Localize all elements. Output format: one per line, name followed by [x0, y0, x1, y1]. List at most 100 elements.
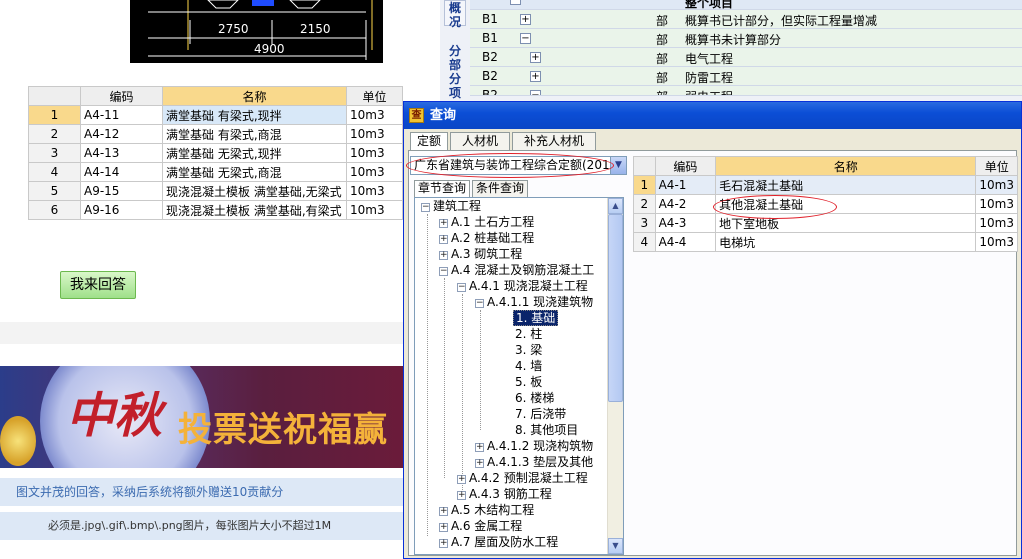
dialog-titlebar[interactable]: 查 查询	[404, 102, 1021, 129]
table-row[interactable]: − 整个项目	[470, 0, 1022, 10]
table-row[interactable]: 4 A4-4 电梯坑 10m3	[633, 232, 1018, 252]
result-table-header: 编码 名称 单位	[633, 156, 1018, 176]
tree-node[interactable]: + A.4.1.2 现浇构筑物	[475, 438, 593, 454]
tab-sub-items[interactable]: 分部分项	[444, 44, 466, 105]
scroll-thumb[interactable]	[608, 214, 623, 402]
collapse-icon[interactable]: −	[421, 203, 430, 212]
collapse-icon[interactable]: −	[475, 299, 484, 308]
left-header-rownum	[28, 86, 81, 106]
tree-node[interactable]: + A.7 屋面及防水工程	[439, 534, 558, 550]
table-row[interactable]: B2 + 部 防雷工程	[470, 67, 1022, 86]
tab-overview[interactable]: 概况	[444, 0, 466, 29]
scroll-up-icon[interactable]: ▲	[608, 198, 623, 214]
tab-condition-query[interactable]: 条件查询	[472, 180, 528, 197]
result-header-unit[interactable]: 单位	[975, 156, 1018, 176]
tree-node[interactable]: 7. 后浇带	[515, 406, 566, 422]
collapse-icon[interactable]: −	[520, 33, 531, 44]
tree-node[interactable]: + A.5 木结构工程	[439, 502, 534, 518]
expand-icon[interactable]: +	[439, 523, 448, 532]
chapter-tree: − 建筑工程 + A.1 土石方工程 + A.2 桩基础工程 + A.3 砌筑工程 − A…	[414, 197, 624, 555]
table-row[interactable]: 1 A4-11 满堂基础 有梁式,现拌 10m3	[28, 105, 403, 125]
quota-tab-pane: 广东省建筑与装饰工程综合定额(2010) ▼ 章节查询 条件查询 − 建筑工程 +…	[406, 150, 1018, 556]
table-row[interactable]: 1 A4-1 毛石混凝土基础 10m3	[633, 175, 1018, 195]
collapse-icon[interactable]: −	[510, 0, 521, 5]
expand-icon[interactable]: +	[439, 507, 448, 516]
expand-icon[interactable]: +	[439, 219, 448, 228]
banner-script-text: 中秋	[66, 388, 163, 444]
tree-scrollbar[interactable]: ▲ ▼	[607, 198, 623, 554]
tree-node[interactable]: 3. 梁	[515, 342, 542, 358]
tree-node[interactable]: 4. 墙	[515, 358, 542, 374]
tree-node[interactable]: − A.4.1 现浇混凝土工程	[457, 278, 588, 294]
query-dialog: 查 查询 定额 人材机 补充人材机 广东省建筑与装饰工程综合定额(2010) ▼…	[403, 101, 1022, 559]
left-header-unit[interactable]: 单位	[346, 86, 403, 106]
table-row[interactable]: 2 A4-12 满堂基础 有梁式,商混 10m3	[28, 124, 403, 144]
table-row[interactable]: B1 + 部 概算书已计部分，但实际工程量增减	[470, 10, 1022, 29]
reward-tip: 图文并茂的回答，采纳后系统将额外赠送10贡献分	[0, 478, 404, 506]
tree-guide-line	[427, 214, 428, 536]
tab-quota[interactable]: 定额	[410, 132, 448, 151]
expand-icon[interactable]: +	[439, 251, 448, 260]
collapse-icon[interactable]: −	[439, 267, 448, 276]
table-row[interactable]: 3 A4-13 满堂基础 无梁式,现拌 10m3	[28, 143, 403, 163]
annotation-circle-library	[406, 153, 614, 178]
flower-graphic	[0, 416, 36, 466]
tree-node-selected[interactable]: 1. 基础	[513, 310, 559, 326]
tab-supplementary[interactable]: 补充人材机	[512, 132, 596, 150]
expand-icon[interactable]: +	[530, 71, 541, 82]
left-table-header: 编码 名称 单位	[28, 86, 403, 106]
expand-icon[interactable]: +	[439, 235, 448, 244]
collapse-icon[interactable]: −	[457, 283, 466, 292]
answer-button[interactable]: 我来回答	[60, 271, 136, 299]
tree-node[interactable]: + A.4.3 钢筋工程	[457, 486, 552, 502]
tree-node[interactable]: + A.4.1.3 垫层及其他	[475, 454, 593, 470]
tree-node[interactable]: + A.1 土石方工程	[439, 214, 534, 230]
tree-node[interactable]: 5. 板	[515, 374, 542, 390]
table-row[interactable]: 5 A9-15 现浇混凝土模板 满堂基础,无梁式 10m3	[28, 181, 403, 201]
left-header-name[interactable]: 名称	[162, 86, 347, 106]
left-header-code[interactable]: 编码	[80, 86, 163, 106]
table-row[interactable]: 3 A4-3 地下室地板 10m3	[633, 213, 1018, 233]
app-icon: 查	[409, 108, 424, 123]
table-row[interactable]: B2 − 部 弱电工程	[470, 86, 1022, 96]
result-header-rownum	[633, 156, 656, 176]
cad-dim-1: 2750	[218, 22, 249, 36]
scroll-down-icon[interactable]: ▼	[608, 538, 623, 554]
table-row[interactable]: B2 + 部 电气工程	[470, 48, 1022, 67]
expand-icon[interactable]: +	[475, 459, 484, 468]
tree-node[interactable]: + A.6 金属工程	[439, 518, 522, 534]
tree-node[interactable]: − A.4 混凝土及钢筋混凝土工	[439, 262, 594, 278]
table-row[interactable]: B1 − 部 概算书未计算部分	[470, 29, 1022, 48]
table-row[interactable]: 4 A4-14 满堂基础 无梁式,商混 10m3	[28, 162, 403, 182]
tree-node[interactable]: 8. 其他项目	[515, 422, 578, 438]
tree-node[interactable]: − A.4.1.1 现浇建筑物	[475, 294, 593, 310]
cad-drawing: 2750 2150 4900	[130, 0, 383, 63]
tree-node[interactable]: 2. 柱	[515, 326, 542, 342]
expand-icon[interactable]: +	[457, 475, 466, 484]
tree-node[interactable]: 6. 楼梯	[515, 390, 554, 406]
tab-labor-material-machine[interactable]: 人材机	[450, 132, 510, 150]
project-tree-grid: − 整个项目 B1 + 部 概算书已计部分，但实际工程量增减 B1 − 部 概算…	[470, 0, 1022, 96]
cad-dim-2: 2150	[300, 22, 331, 36]
annotation-circle-result	[713, 195, 837, 219]
tab-chapter-query[interactable]: 章节查询	[414, 180, 470, 197]
tree-guide-line	[444, 278, 445, 478]
expand-icon[interactable]: +	[530, 52, 541, 63]
result-header-name[interactable]: 名称	[715, 156, 977, 176]
dialog-title: 查询	[430, 108, 457, 123]
table-row[interactable]: 6 A9-16 现浇混凝土模板 满堂基础,有梁式 10m3	[28, 200, 403, 220]
expand-icon[interactable]: +	[457, 491, 466, 500]
left-quota-table: 编码 名称 单位 1 A4-11 满堂基础 有梁式,现拌 10m3 2 A4-1…	[28, 86, 403, 220]
expand-icon[interactable]: +	[475, 443, 484, 452]
banner-slogan: 投票送祝福赢	[178, 410, 388, 450]
mid-autumn-banner[interactable]: 中秋 投票送祝福赢	[0, 366, 405, 468]
expand-icon[interactable]: +	[520, 14, 531, 25]
result-header-code[interactable]: 编码	[654, 156, 717, 176]
tree-node[interactable]: + A.4.2 预制混凝土工程	[457, 470, 588, 486]
tree-node[interactable]: + A.2 桩基础工程	[439, 230, 534, 246]
expand-icon[interactable]: +	[439, 539, 448, 548]
background-project-panel: 概况 分部分项 − 整个项目 B1 + 部 概算书已计部分，但实际工程量增减 B…	[440, 0, 1022, 105]
tree-node[interactable]: − 建筑工程	[421, 198, 481, 214]
collapse-icon[interactable]: −	[530, 90, 541, 95]
tree-node[interactable]: + A.3 砌筑工程	[439, 246, 522, 262]
